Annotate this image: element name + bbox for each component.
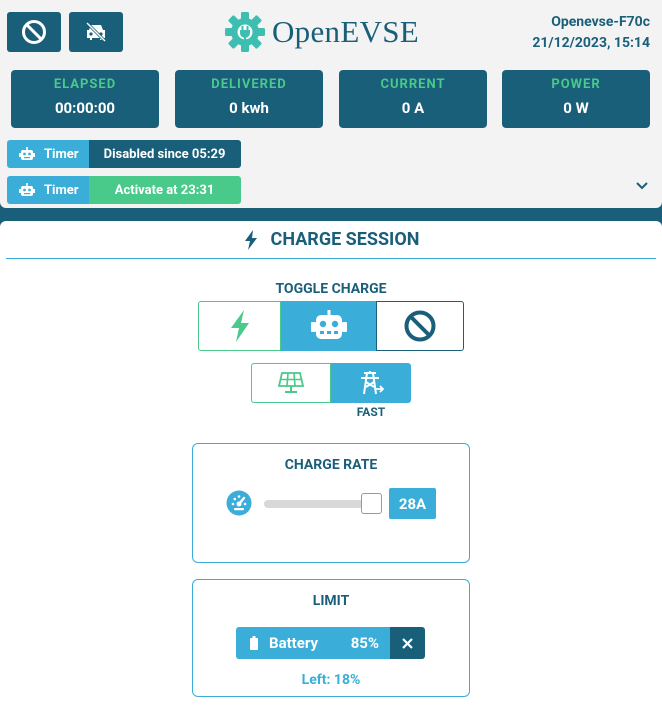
charge-rate-slider-thumb[interactable] [361,493,382,514]
robot-icon [310,310,347,339]
device-name: Openevse-F70c [551,14,650,30]
timer-row-disabled[interactable]: Timer Disabled since 05:29 [7,140,241,168]
timer-tag: Timer [7,176,89,204]
limit-title: LIMIT [312,593,350,609]
timer-row-activate[interactable]: Timer Activate at 23:31 [7,176,241,204]
gauge-icon [226,490,252,516]
timer-status: Disabled since 05:29 [88,140,241,168]
close-icon [402,637,413,649]
stat-delivered: DELIVERED 0 kwh [175,70,323,128]
charge-session-panel: CHARGE SESSION TOGGLE CHARGE FAST CHARGE… [0,221,662,709]
section-title: CHARGE SESSION [270,229,420,250]
charge-auto-button[interactable] [281,301,376,351]
openevse-logo: OpenEVSE [222,10,419,54]
timer-status: Activate at 23:31 [88,176,241,204]
limit-remaining: Left: 18% [301,672,361,688]
ban-icon [22,20,46,44]
section-header: CHARGE SESSION [6,221,656,259]
stat-value: 0 A [401,99,425,117]
limit-value: 85% [350,634,379,652]
toggle-charge-group [198,301,464,351]
limit-info: Battery 85% [236,627,390,659]
ban-icon [404,310,436,342]
car-off-icon [85,21,107,43]
timer-tag: Timer [7,140,89,168]
charge-on-button[interactable] [198,301,281,351]
logo-text: OpenEVSE [272,14,420,49]
mode-caption: FAST [356,405,386,419]
solar-panel-icon [277,372,305,393]
stat-power: POWER 0 W [502,70,650,128]
robot-icon [19,147,35,160]
stat-value: 00:00:00 [54,99,116,117]
timer-label: Timer [44,146,79,162]
device-info: Openevse-F70c 21/12/2023, 15:14 [532,12,650,54]
battery-icon [250,636,258,650]
limit-card: LIMIT Battery 85% Left: 18% [192,579,470,697]
stat-label: POWER [551,77,601,92]
charge-rate-value: 28A [389,488,436,519]
eco-mode-button[interactable] [251,363,331,403]
charge-off-button[interactable] [376,301,464,351]
power-pylon-icon [361,371,385,395]
stat-label: ELAPSED [53,77,117,92]
status-panel: OpenEVSE Openevse-F70c 21/12/2023, 15:14… [0,0,662,208]
device-datetime: 21/12/2023, 15:14 [532,35,650,51]
stat-value: 0 W [563,99,589,117]
limit-badge: Battery 85% [236,627,425,659]
charge-rate-card: CHARGE RATE 28A [192,443,470,563]
stat-label: CURRENT [380,77,446,92]
stat-elapsed: ELAPSED 00:00:00 [11,70,159,128]
bolt-icon [230,310,249,342]
fast-mode-button[interactable] [331,363,411,403]
gear-plug-logo-icon [225,12,265,52]
stat-label: DELIVERED [211,77,287,92]
chevron-down-icon[interactable] [635,181,649,191]
vehicle-disconnected-button[interactable] [69,12,123,52]
limit-type: Battery [269,634,319,652]
bolt-icon [244,229,257,250]
stat-current: CURRENT 0 A [339,70,487,128]
stat-value: 0 kwh [229,99,269,117]
clear-limit-button[interactable] [390,627,425,659]
robot-icon [19,183,35,196]
disable-button[interactable] [7,12,61,52]
toggle-charge-label: TOGGLE CHARGE [275,281,387,297]
charge-mode-group [251,363,411,403]
charge-rate-title: CHARGE RATE [284,457,378,473]
timer-label: Timer [44,182,79,198]
